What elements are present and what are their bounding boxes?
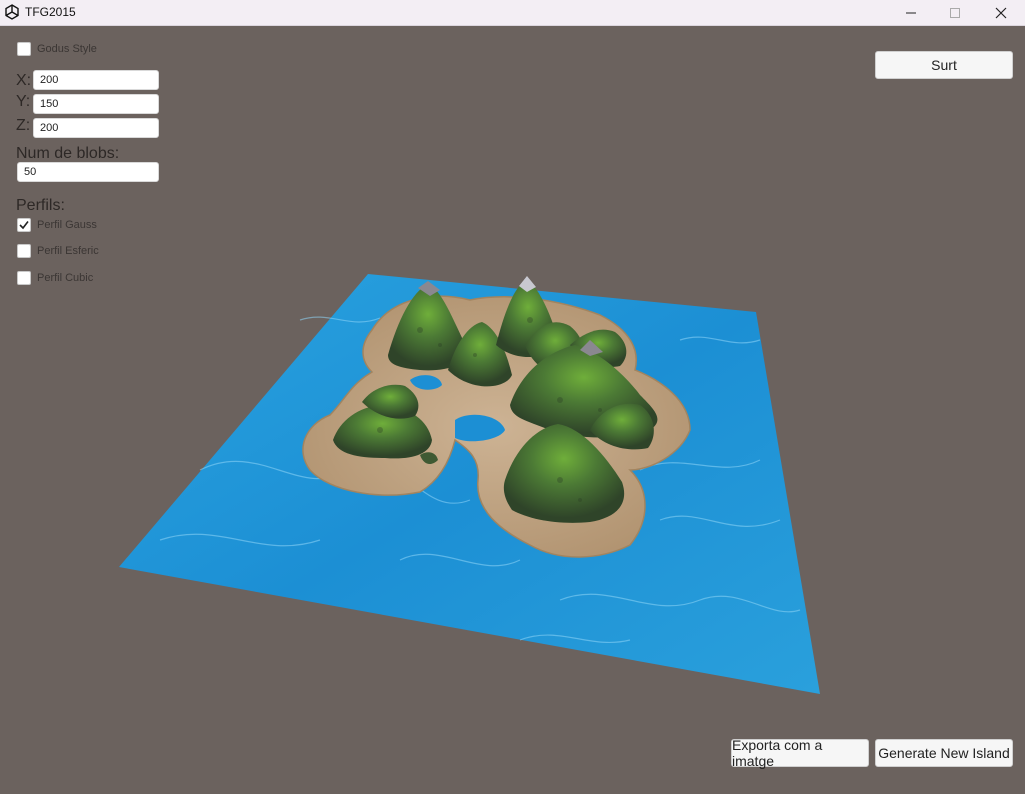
perfil-esferic-label: Perfil Esferic	[37, 245, 99, 257]
x-size-input[interactable]: 200	[33, 70, 159, 90]
maximize-icon	[950, 7, 960, 18]
checkbox-box[interactable]	[17, 218, 31, 232]
num-blobs-label: Num de blobs:	[16, 145, 120, 162]
perfil-esferic-checkbox[interactable]: Perfil Esferic	[17, 244, 99, 258]
perfil-cubic-label: Perfil Cubic	[37, 272, 94, 284]
num-blobs-input[interactable]: 50	[17, 162, 159, 182]
unity-logo-icon	[4, 4, 20, 20]
y-size-input[interactable]: 150	[33, 94, 159, 114]
scene-viewport[interactable]	[0, 26, 1025, 794]
godus-style-checkbox[interactable]: Godus Style	[17, 42, 97, 56]
checkmark-icon	[19, 221, 29, 230]
profiles-heading: Perfils:	[16, 197, 65, 214]
minimize-button[interactable]	[888, 0, 934, 25]
checkbox-box[interactable]	[17, 42, 31, 56]
close-icon	[995, 7, 1007, 18]
island-terrain-render	[119, 274, 820, 694]
export-image-button[interactable]: Exporta com a imatge	[731, 737, 869, 769]
perfil-cubic-checkbox[interactable]: Perfil Cubic	[17, 271, 93, 285]
minimize-icon	[906, 12, 916, 13]
checkbox-box[interactable]	[17, 244, 31, 258]
title-bar: TFG2015	[0, 0, 1025, 26]
maximize-button[interactable]	[932, 0, 978, 25]
y-label: Y:	[16, 93, 31, 110]
exit-button[interactable]: Surt	[875, 51, 1013, 79]
godus-style-label: Godus Style	[37, 43, 97, 55]
z-label: Z:	[16, 117, 31, 134]
z-size-input[interactable]: 200	[33, 118, 159, 138]
perfil-gauss-checkbox[interactable]: Perfil Gauss	[17, 218, 97, 232]
close-button[interactable]	[978, 0, 1024, 25]
perfil-gauss-label: Perfil Gauss	[37, 219, 97, 231]
checkbox-box[interactable]	[17, 271, 31, 285]
generate-island-button[interactable]: Generate New Island	[875, 739, 1013, 767]
x-label: X:	[16, 72, 32, 89]
window-title: TFG2015	[25, 5, 76, 19]
